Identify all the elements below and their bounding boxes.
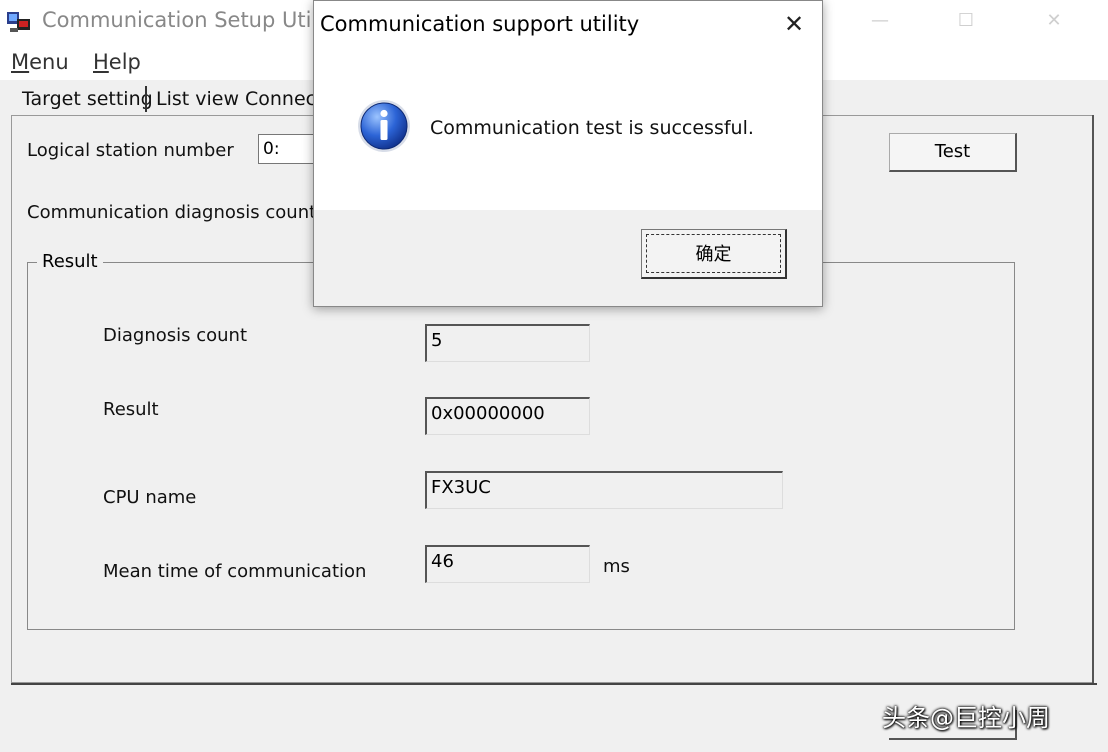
maximize-button[interactable]: ☐ — [946, 6, 986, 36]
ok-button[interactable]: 确定 — [641, 229, 787, 279]
help-mnemonic: H — [93, 50, 109, 74]
result-group-legend: Result — [37, 251, 103, 272]
mean-time-label: Mean time of communication — [103, 561, 367, 582]
result-label: Result — [103, 399, 159, 420]
tab-list-view[interactable]: List view — [156, 88, 239, 110]
panel-right-edge — [1092, 115, 1094, 685]
station-number-label: Logical station number — [27, 140, 234, 161]
test-button[interactable]: Test — [889, 133, 1017, 172]
result-code-field: 0x00000000 — [425, 397, 590, 435]
tab-separator — [145, 86, 147, 112]
mean-time-unit: ms — [603, 556, 630, 577]
menu-item-help[interactable]: Help — [93, 50, 141, 74]
tab-connection-test[interactable]: Connect — [245, 88, 324, 110]
message-dialog: Communication support utility ✕ Communic… — [313, 0, 823, 307]
station-number-input[interactable]: 0: — [258, 134, 318, 164]
diagnosis-count-label: Diagnosis count — [103, 325, 247, 346]
cpu-name-label: CPU name — [103, 487, 197, 508]
menu-label-rest: enu — [29, 50, 69, 74]
mean-time-field: 46 — [425, 545, 590, 583]
dialog-title: Communication support utility — [320, 12, 640, 36]
dialog-message: Communication test is successful. — [430, 117, 754, 139]
diagnosis-count-setting-label: Communication diagnosis count — [27, 202, 317, 223]
tab-target-setting[interactable]: Target setting — [22, 88, 153, 110]
watermark-text: 头条@巨控小周 — [882, 704, 1050, 732]
help-label-rest: elp — [108, 50, 141, 74]
main-close-button[interactable]: ✕ — [1034, 6, 1074, 36]
menu-mnemonic: M — [11, 50, 30, 74]
menu-item-menu[interactable]: Menu — [11, 50, 69, 74]
cpu-name-field: FX3UC — [425, 471, 783, 509]
info-icon — [358, 100, 410, 152]
ok-button-label: 确定 — [646, 234, 781, 273]
panel-bottom-edge — [11, 683, 1097, 685]
dialog-close-button[interactable]: ✕ — [776, 9, 812, 39]
app-icon — [7, 12, 30, 32]
main-window-title: Communication Setup Uti — [42, 8, 312, 32]
diagnosis-count-field: 5 — [425, 324, 590, 362]
minimize-button[interactable]: — — [860, 6, 900, 36]
